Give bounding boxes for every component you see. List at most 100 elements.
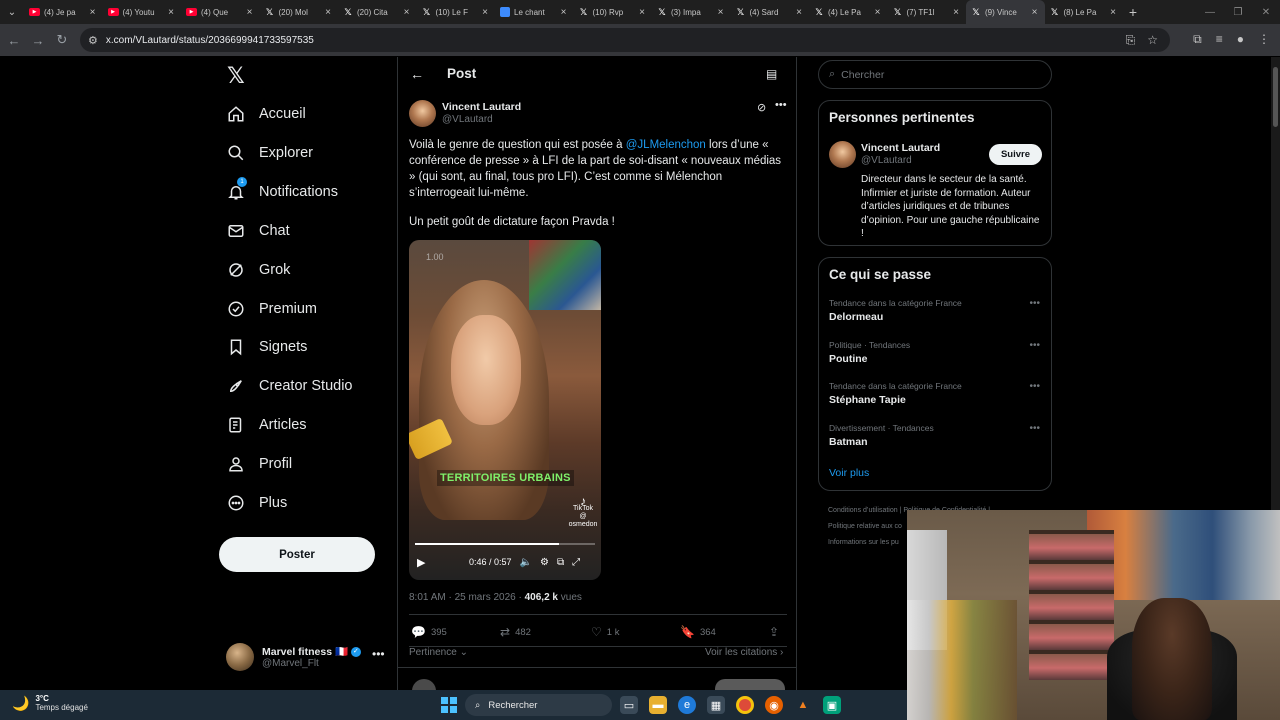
- extensions-icon[interactable]: ⧉: [1193, 32, 1202, 47]
- tab-close-icon[interactable]: ×: [166, 7, 176, 18]
- post-time[interactable]: 8:01 AM · 25 mars 2026: [409, 592, 516, 603]
- bookmark-star-icon[interactable]: ☆: [1147, 33, 1158, 48]
- grok-explain-icon[interactable]: ⊘: [757, 101, 766, 114]
- install-icon[interactable]: ⎘: [1126, 33, 1136, 48]
- weather-widget[interactable]: 🌙 3°C Temps dégagé: [12, 694, 88, 712]
- forward-icon[interactable]: →: [26, 33, 50, 48]
- tab-close-icon[interactable]: ×: [323, 7, 333, 18]
- tab-close-icon[interactable]: ×: [716, 7, 726, 18]
- pip-icon[interactable]: ⧉: [557, 557, 564, 568]
- minimize-icon[interactable]: —: [1196, 7, 1224, 18]
- author-avatar[interactable]: [409, 100, 436, 127]
- post-more-icon[interactable]: •••: [775, 99, 787, 111]
- nav-item-chat[interactable]: Chat: [227, 222, 290, 240]
- tab-close-icon[interactable]: ×: [88, 7, 98, 18]
- browser-tab[interactable]: 𝕏 (4) Le Pa ×: [809, 0, 888, 24]
- back-icon[interactable]: ←: [2, 33, 26, 48]
- browser-tab[interactable]: ▶ (4) Youtu ×: [103, 0, 182, 24]
- browser-tab[interactable]: ▶ (4) Je pa ×: [24, 0, 103, 24]
- reply-button[interactable]: 💬 395: [411, 625, 447, 639]
- tab-close-icon[interactable]: ×: [402, 7, 412, 18]
- video-progress-bar[interactable]: [415, 543, 595, 545]
- tab-close-icon[interactable]: ×: [245, 7, 255, 18]
- browser-tab[interactable]: 𝕏 (9) Vince ×: [966, 0, 1045, 24]
- tab-close-icon[interactable]: ×: [637, 7, 647, 18]
- repost-button[interactable]: ⇄ 482: [500, 625, 531, 639]
- trend-item[interactable]: Tendance dans la catégorie France Delorme…: [829, 298, 1043, 323]
- like-button[interactable]: ♡ 1 k: [591, 625, 619, 639]
- task-view-icon[interactable]: ▭: [620, 696, 638, 714]
- new-tab-button[interactable]: +: [1123, 4, 1143, 20]
- follow-button[interactable]: Suivre: [989, 144, 1042, 165]
- reply-submit-button[interactable]: [715, 679, 785, 690]
- nav-item-signets[interactable]: Signets: [227, 338, 307, 356]
- chrome-icon[interactable]: [736, 696, 754, 714]
- nav-item-notifications[interactable]: 1 Notifications: [227, 176, 338, 201]
- video-player[interactable]: 1.00 TERRITOIRES URBAINS ♪ TikTok @ osme…: [409, 240, 601, 580]
- author-handle[interactable]: @VLautard: [442, 114, 493, 125]
- browser-tab[interactable]: 𝕏 (20) Cita ×: [338, 0, 417, 24]
- nav-item-plus[interactable]: Plus: [227, 494, 287, 512]
- person-handle[interactable]: @VLautard: [861, 155, 912, 166]
- reload-icon[interactable]: ↻: [50, 32, 74, 48]
- url-bar[interactable]: ⚙ x.com/VLautard/status/2036699941733597…: [80, 28, 1170, 52]
- tab-close-icon[interactable]: ×: [559, 7, 569, 18]
- maximize-icon[interactable]: ❐: [1224, 7, 1252, 18]
- browser-tab[interactable]: 𝕏 (7) TF1l ×: [888, 0, 967, 24]
- more-icon[interactable]: •••: [1029, 423, 1040, 434]
- browser-tab[interactable]: 𝕏 (20) Mol ×: [260, 0, 339, 24]
- windows-start-icon[interactable]: [441, 697, 457, 713]
- tab-search-icon[interactable]: ⌄: [0, 0, 24, 24]
- tab-close-icon[interactable]: ×: [873, 7, 883, 18]
- settings-icon[interactable]: ⚙: [540, 557, 549, 568]
- more-icon[interactable]: •••: [1029, 340, 1040, 351]
- author-name[interactable]: Vincent Lautard: [442, 101, 521, 113]
- more-icon[interactable]: •••: [1029, 381, 1040, 392]
- mention-link[interactable]: @JLMelenchon: [626, 139, 706, 151]
- browser-tab[interactable]: ▶ (4) Que ×: [181, 0, 260, 24]
- account-switcher[interactable]: Marvel fitness 🇫🇷 ✓ @Marvel_Flt •••: [226, 643, 386, 673]
- avatar[interactable]: [829, 141, 856, 168]
- see-more-link[interactable]: Voir plus: [829, 467, 869, 479]
- tab-close-icon[interactable]: ×: [480, 7, 490, 18]
- nav-item-explorer[interactable]: Explorer: [227, 144, 313, 162]
- tab-close-icon[interactable]: ×: [794, 7, 804, 18]
- bookmark-button[interactable]: 🔖 364: [680, 625, 716, 639]
- browser-tab[interactable]: 𝕏 (10) Rvp ×: [574, 0, 653, 24]
- search-input[interactable]: ⌕ Chercher: [818, 60, 1052, 89]
- close-window-icon[interactable]: ✕: [1252, 7, 1280, 18]
- browser-tab[interactable]: 𝕏 (8) Le Pa ×: [1045, 0, 1124, 24]
- site-info-icon[interactable]: ⚙: [88, 34, 98, 47]
- taskbar-search[interactable]: ⌕ Rechercher: [465, 694, 612, 716]
- tab-close-icon[interactable]: ×: [1108, 7, 1118, 18]
- store-icon[interactable]: ▦: [707, 696, 725, 714]
- tab-close-icon[interactable]: ×: [1030, 7, 1040, 18]
- edge-icon[interactable]: e: [678, 696, 696, 714]
- volume-icon[interactable]: 🔈: [520, 557, 532, 568]
- scrollbar-thumb[interactable]: [1273, 67, 1278, 127]
- nav-item-premium[interactable]: Premium: [227, 300, 317, 318]
- nav-item-profil[interactable]: Profil: [227, 455, 292, 473]
- view-quotes-link[interactable]: Voir les citations ›: [705, 647, 783, 658]
- more-icon[interactable]: •••: [1029, 298, 1040, 309]
- back-arrow-icon[interactable]: ←: [410, 66, 424, 82]
- tab-close-icon[interactable]: ×: [951, 7, 961, 18]
- x-logo-icon[interactable]: 𝕏: [227, 63, 245, 89]
- play-icon[interactable]: ▶: [417, 556, 431, 569]
- person-name[interactable]: Vincent Lautard: [861, 142, 940, 154]
- trend-item[interactable]: Politique · Tendances Poutine •••: [829, 340, 1043, 365]
- sort-dropdown[interactable]: Pertinence ⌄: [409, 647, 468, 658]
- trend-item[interactable]: Tendance dans la catégorie France Stéphan…: [829, 381, 1043, 406]
- profile-icon[interactable]: ●: [1237, 32, 1244, 47]
- trend-item[interactable]: Divertissement · Tendances Batman •••: [829, 423, 1043, 448]
- browser-menu-icon[interactable]: ⋮: [1258, 32, 1270, 47]
- post-compose-button[interactable]: Poster: [219, 537, 375, 572]
- firefox-icon[interactable]: ◉: [765, 696, 783, 714]
- media-icon[interactable]: ≡: [1216, 32, 1223, 47]
- browser-tab[interactable]: 𝕏 (3) Impa ×: [652, 0, 731, 24]
- fullscreen-icon[interactable]: ⤢: [572, 557, 580, 568]
- share-button[interactable]: ⇪: [769, 625, 784, 639]
- browser-tab[interactable]: 𝕏 (10) Le F ×: [417, 0, 496, 24]
- nav-item-creator-studio[interactable]: Creator Studio: [227, 377, 353, 395]
- more-icon[interactable]: •••: [372, 647, 385, 661]
